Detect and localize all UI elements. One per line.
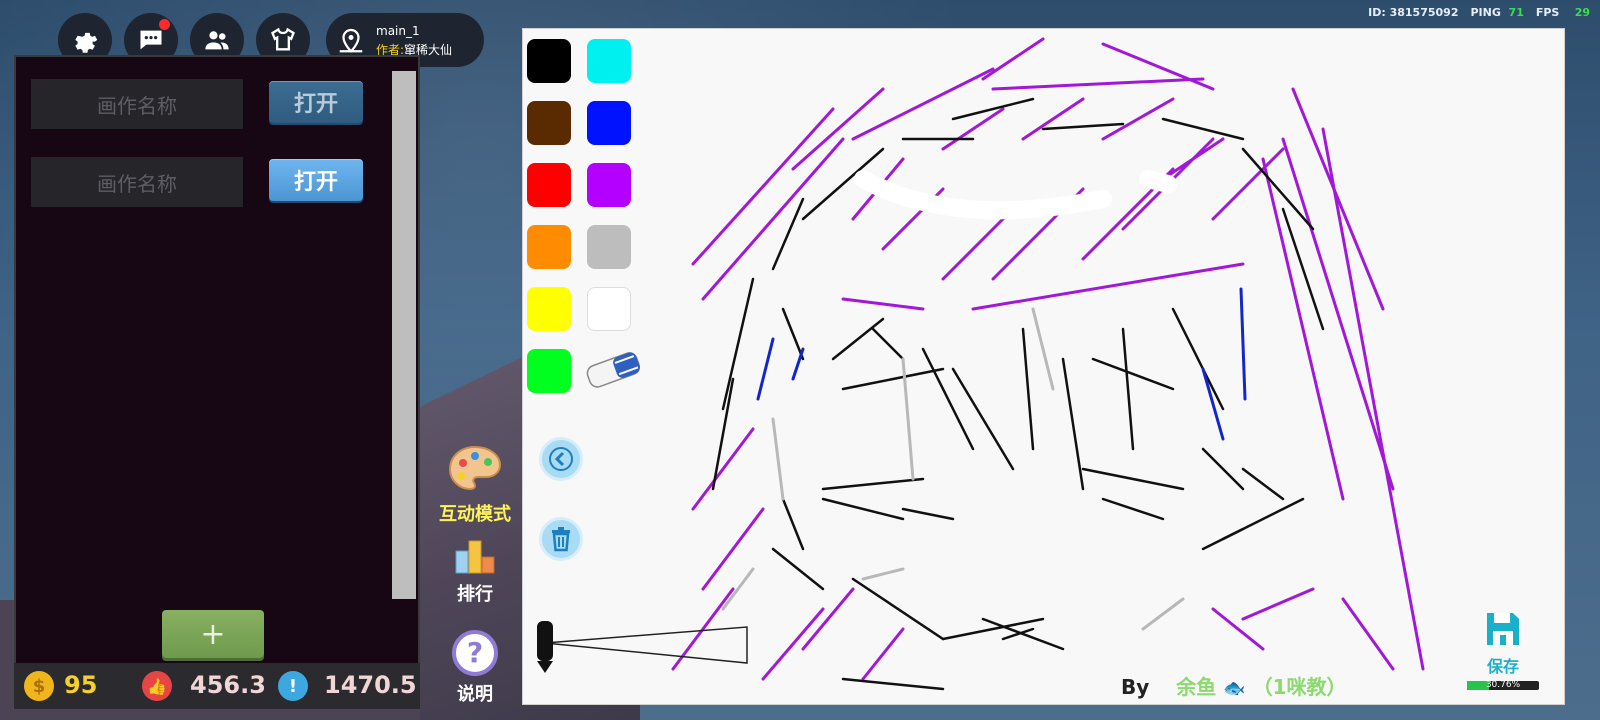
save-label: 保存 bbox=[1486, 657, 1519, 676]
map-pin-icon bbox=[339, 28, 363, 53]
undo-button[interactable] bbox=[539, 437, 583, 481]
drawing-name-field[interactable]: 画作名称 bbox=[31, 79, 243, 129]
help-button[interactable]: ? 说明 bbox=[430, 630, 520, 706]
clear-canvas-button[interactable] bbox=[539, 517, 583, 561]
ping-readout: PING 71 bbox=[1470, 6, 1523, 19]
fish-icon: 🐟 bbox=[1223, 678, 1246, 699]
player-id: ID: 381575092 bbox=[1368, 6, 1459, 19]
ranking-button[interactable]: 排行 bbox=[430, 535, 520, 606]
panel-scrollbar[interactable] bbox=[392, 71, 416, 599]
color-swatch-purple[interactable] bbox=[587, 163, 631, 207]
map-name: main_1 bbox=[376, 24, 420, 38]
ping-label: PING bbox=[1470, 6, 1501, 19]
save-button[interactable]: 保存 30.76% bbox=[1463, 609, 1543, 690]
color-swatch-red[interactable] bbox=[527, 163, 571, 207]
ping-value: 71 bbox=[1508, 6, 1524, 19]
open-button[interactable]: 打开 bbox=[269, 159, 363, 201]
color-swatch-gray[interactable] bbox=[587, 225, 631, 269]
gear-icon bbox=[75, 32, 98, 53]
artist-suffix: （1咪教） bbox=[1252, 675, 1347, 699]
palette-icon bbox=[448, 445, 502, 491]
coin-count: 95 bbox=[64, 671, 98, 699]
eraser-icon[interactable] bbox=[581, 347, 645, 391]
artist-name: 余鱼 bbox=[1176, 675, 1217, 699]
color-swatch-cyan[interactable] bbox=[587, 39, 631, 83]
coin-icon: $ bbox=[24, 671, 54, 701]
drawing-list-panel: 画作名称 打开 画作名称 打开 + bbox=[14, 55, 420, 665]
save-progress: 30.76% bbox=[1467, 680, 1539, 690]
trash-icon bbox=[552, 527, 570, 552]
color-swatch-green[interactable] bbox=[527, 349, 571, 393]
interact-mode-button[interactable]: 互动模式 bbox=[430, 445, 520, 526]
back-arrow-icon bbox=[549, 447, 573, 471]
fps-value: 29 bbox=[1574, 6, 1590, 19]
interact-mode-label: 互动模式 bbox=[439, 504, 511, 525]
drawing-canvas[interactable]: By 余鱼 🐟 （1咪教） 保存 30.76% bbox=[522, 28, 1565, 705]
sketch-drawing bbox=[671, 37, 1425, 691]
help-label: 说明 bbox=[457, 684, 493, 705]
color-swatch-brown[interactable] bbox=[527, 101, 571, 145]
ranking-label: 排行 bbox=[457, 584, 493, 605]
open-button[interactable]: 打开 bbox=[269, 81, 363, 123]
color-swatch-black[interactable] bbox=[527, 39, 571, 83]
brush-size-slider[interactable] bbox=[535, 619, 751, 675]
color-swatch-yellow[interactable] bbox=[527, 287, 571, 331]
fps-label: FPS bbox=[1535, 6, 1560, 19]
exclamation-icon: ! bbox=[278, 671, 308, 701]
points-count: 1470.5 bbox=[324, 671, 417, 699]
color-swatch-white[interactable] bbox=[587, 287, 631, 331]
by-label: By bbox=[1121, 675, 1150, 699]
drawing-name-field[interactable]: 画作名称 bbox=[31, 157, 243, 207]
podium-icon bbox=[455, 540, 495, 574]
save-icon bbox=[1487, 613, 1519, 645]
chat-icon bbox=[140, 30, 162, 50]
notification-dot bbox=[159, 19, 170, 30]
currency-bar: $ 95 👍 456.3 ! 1470.5 bbox=[14, 663, 420, 709]
like-count: 456.3 bbox=[190, 671, 266, 699]
add-drawing-button[interactable]: + bbox=[162, 610, 264, 658]
progress-text: 30.76% bbox=[1485, 680, 1521, 690]
outfit-icon bbox=[271, 27, 295, 51]
color-swatch-blue[interactable] bbox=[587, 101, 631, 145]
thumbs-up-icon: 👍 bbox=[142, 671, 172, 701]
color-swatch-orange[interactable] bbox=[527, 225, 571, 269]
fps-readout: FPS 29 bbox=[1536, 6, 1590, 19]
question-icon: ? bbox=[452, 630, 498, 676]
network-stats: ID: 381575092 PING 71 FPS 29 bbox=[1368, 6, 1590, 19]
artist-signature: By 余鱼 🐟 （1咪教） bbox=[1121, 671, 1347, 700]
friends-icon bbox=[205, 31, 229, 50]
